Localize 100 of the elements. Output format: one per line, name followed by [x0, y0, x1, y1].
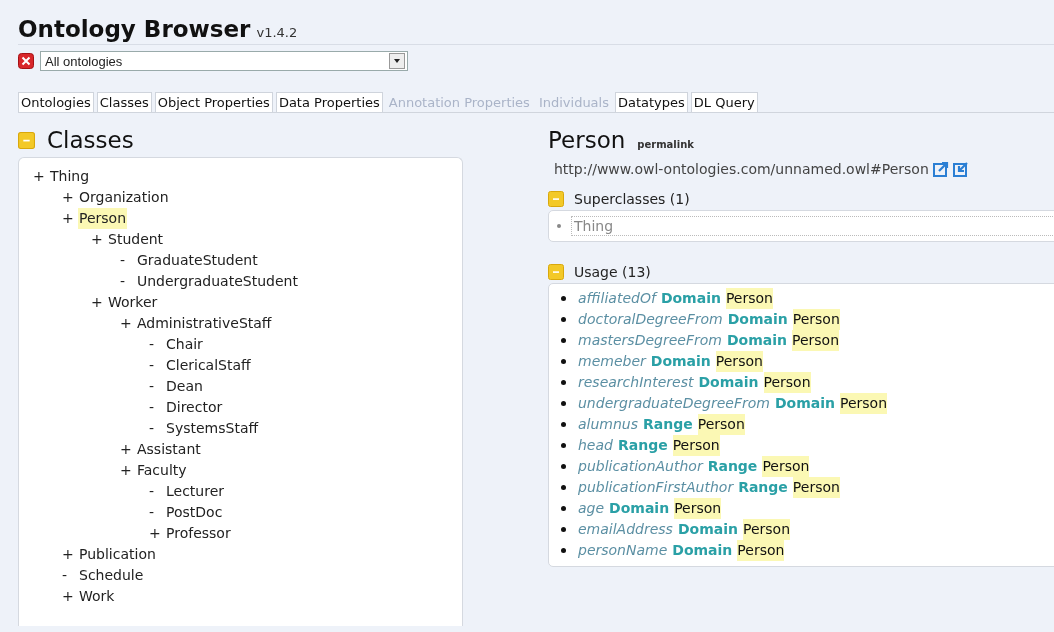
tree-item[interactable]: AdministrativeStaff: [136, 313, 273, 334]
expand-toggle[interactable]: +: [33, 166, 49, 187]
leaf-marker: -: [149, 377, 156, 396]
class-link[interactable]: Person: [762, 456, 810, 477]
tree-item[interactable]: Chair: [165, 334, 204, 355]
expand-toggle[interactable]: +: [62, 544, 78, 565]
app-title: Ontology Browser: [18, 16, 251, 42]
tree-item[interactable]: Professor: [165, 523, 232, 544]
expand-toggle[interactable]: +: [149, 523, 165, 544]
class-link[interactable]: Person: [742, 519, 790, 540]
tree-item[interactable]: PostDoc: [165, 502, 224, 523]
property-link[interactable]: alumnus: [578, 414, 639, 435]
tree-item[interactable]: UndergraduateStudent: [136, 271, 299, 292]
class-link[interactable]: Person: [715, 351, 763, 372]
bullet-icon: [561, 485, 566, 490]
tab[interactable]: DL Query: [690, 92, 758, 112]
class-link[interactable]: Person: [792, 309, 840, 330]
tree-item[interactable]: Organization: [78, 187, 170, 208]
tab[interactable]: Classes: [96, 92, 152, 112]
bullet-icon: [561, 359, 566, 364]
property-link[interactable]: doctoralDegreeFrom: [578, 309, 723, 330]
property-link[interactable]: publicationAuthor: [578, 456, 703, 477]
version-label: v1.4.2: [256, 25, 298, 40]
tree-item[interactable]: Assistant: [136, 439, 202, 460]
expand-toggle[interactable]: +: [120, 460, 136, 481]
ontology-select[interactable]: All ontologies: [40, 51, 408, 71]
tree-item[interactable]: Work: [78, 586, 116, 607]
property-link[interactable]: emailAddress: [578, 519, 673, 540]
expand-toggle[interactable]: +: [62, 586, 78, 607]
leaf-marker: -: [149, 482, 156, 501]
expand-toggle[interactable]: +: [62, 187, 78, 208]
tab[interactable]: Object Properties: [154, 92, 273, 112]
leaf-marker: -: [120, 251, 127, 270]
class-link[interactable]: Person: [697, 414, 745, 435]
expand-toggle[interactable]: +: [120, 439, 136, 460]
bullet-icon: [561, 527, 566, 532]
tree-item[interactable]: Lecturer: [165, 481, 226, 502]
leaf-marker: -: [120, 272, 127, 291]
tree-item[interactable]: Worker: [107, 292, 159, 313]
tab[interactable]: Data Properties: [275, 92, 383, 112]
relation-label: Domain: [698, 373, 759, 392]
tree-item[interactable]: Faculty: [136, 460, 188, 481]
tab[interactable]: Datatypes: [615, 92, 688, 112]
tree-item[interactable]: Person: [78, 208, 128, 229]
property-link[interactable]: affiliatedOf: [578, 288, 656, 309]
class-link[interactable]: Person: [672, 435, 720, 456]
relation-label: Domain: [672, 541, 733, 560]
property-link[interactable]: personName: [578, 540, 668, 561]
tree-item[interactable]: Thing: [49, 166, 91, 187]
class-link[interactable]: Person: [737, 540, 785, 561]
bullet-icon: [557, 224, 561, 228]
collapse-icon[interactable]: [548, 191, 564, 207]
property-link[interactable]: age: [578, 498, 605, 519]
section-title: Superclasses (1): [574, 191, 690, 207]
property-link[interactable]: memeber: [578, 351, 646, 372]
property-link[interactable]: undergraduateDegreeFrom: [578, 393, 770, 414]
leaf-marker: -: [62, 566, 69, 585]
class-link[interactable]: Person: [840, 393, 888, 414]
leaf-marker: -: [149, 356, 156, 375]
property-link[interactable]: researchInterest: [578, 372, 694, 393]
external-link-icon[interactable]: [952, 161, 969, 177]
tree-item[interactable]: ClericalStaff: [165, 355, 252, 376]
tab[interactable]: Ontologies: [18, 92, 94, 112]
relation-label: Domain: [660, 289, 721, 308]
external-link-icon[interactable]: [932, 161, 949, 177]
tree-item[interactable]: Publication: [78, 544, 157, 565]
bullet-icon: [561, 296, 566, 301]
tree-item[interactable]: Schedule: [78, 565, 145, 586]
property-link[interactable]: mastersDegreeFrom: [578, 330, 722, 351]
class-link[interactable]: Person: [725, 288, 773, 309]
section-title: Usage (13): [574, 264, 651, 280]
bullet-icon: [561, 401, 566, 406]
class-link[interactable]: Person: [792, 330, 840, 351]
permalink-link[interactable]: permalink: [637, 139, 694, 150]
property-link[interactable]: publicationFirstAuthor: [578, 477, 734, 498]
panel-title: Classes: [47, 127, 134, 153]
tree-item[interactable]: GraduateStudent: [136, 250, 259, 271]
superclass-link[interactable]: Thing: [571, 216, 1054, 236]
tree-item[interactable]: Director: [165, 397, 224, 418]
expand-toggle[interactable]: +: [120, 313, 136, 334]
bullet-icon: [561, 380, 566, 385]
leaf-marker: -: [149, 503, 156, 522]
expand-toggle[interactable]: +: [91, 229, 107, 250]
property-link[interactable]: head: [578, 435, 613, 456]
collapse-icon[interactable]: [18, 131, 35, 149]
relation-label: Domain: [650, 352, 711, 371]
collapse-icon[interactable]: [548, 264, 564, 280]
tree-item[interactable]: SystemsStaff: [165, 418, 260, 439]
relation-label: Domain: [609, 499, 670, 518]
class-iri: http://www.owl-ontologies.com/unnamed.owl#Person: [554, 161, 929, 177]
tree-item[interactable]: Student: [107, 229, 165, 250]
expand-toggle[interactable]: +: [91, 292, 107, 313]
expand-toggle[interactable]: +: [62, 208, 78, 229]
tree-item[interactable]: Dean: [165, 376, 204, 397]
class-link[interactable]: Person: [792, 477, 840, 498]
class-link[interactable]: Person: [674, 498, 722, 519]
class-link[interactable]: Person: [763, 372, 811, 393]
bullet-icon: [561, 443, 566, 448]
relation-label: Range: [643, 415, 693, 434]
close-icon[interactable]: [18, 53, 34, 69]
